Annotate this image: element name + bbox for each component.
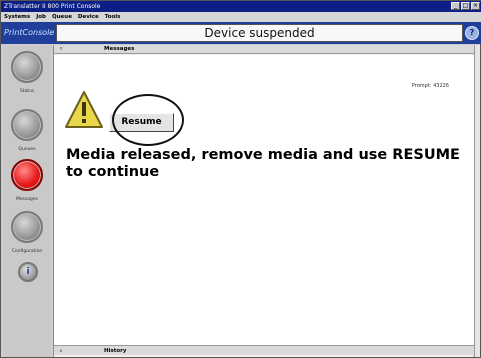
menu-bar: Systems Job Queue Device Tools <box>1 12 481 22</box>
menu-device[interactable]: Device <box>78 12 99 22</box>
sidebar-item-label: Queues <box>18 147 36 152</box>
sidebar: Status Queues Messages Configuration i <box>3 45 51 357</box>
menu-tools[interactable]: Tools <box>105 12 121 22</box>
history-panel-header[interactable]: ▹ History <box>54 345 474 355</box>
close-button[interactable]: × <box>471 2 480 10</box>
minimize-button[interactable]: _ <box>451 2 460 10</box>
history-panel-title: History <box>104 348 127 354</box>
info-icon[interactable]: i <box>18 262 38 282</box>
expand-chevron-icon[interactable]: ▹ <box>60 346 63 356</box>
configuration-button-icon[interactable] <box>11 211 43 243</box>
vertical-scrollbar[interactable] <box>474 45 480 357</box>
window-title: ZTranslatter II 800 Print Console <box>4 3 101 10</box>
status-message: Media released, remove media and use RES… <box>66 147 460 180</box>
maximize-button[interactable]: □ <box>461 2 470 10</box>
header-bar: PrintConsole Device suspended ? <box>1 22 481 44</box>
prompt-number: Prompt: 43226 <box>411 83 449 89</box>
title-bar: ZTranslatter II 800 Print Console _ □ × <box>1 1 481 12</box>
messages-button-icon[interactable] <box>11 159 43 191</box>
menu-systems[interactable]: Systems <box>4 12 30 22</box>
highlight-circle <box>112 94 184 146</box>
main-content: ▿ Messages Prompt: 43226 Resume Media re… <box>53 45 474 357</box>
page-title: Device suspended <box>56 24 463 42</box>
warning-icon <box>65 91 103 128</box>
help-icon[interactable]: ? <box>465 26 479 40</box>
messages-panel-body: Prompt: 43226 Resume Media released, rem… <box>54 55 474 345</box>
sidebar-item-label: Status <box>19 89 35 94</box>
collapse-chevron-icon[interactable]: ▿ <box>60 45 63 54</box>
queues-button-icon[interactable] <box>11 109 43 141</box>
sidebar-item-label: Messages <box>15 197 39 202</box>
app-window: ZTranslatter II 800 Print Console _ □ × … <box>0 0 481 358</box>
menu-queue[interactable]: Queue <box>52 12 72 22</box>
status-button-icon[interactable] <box>11 51 43 83</box>
menu-job[interactable]: Job <box>36 12 46 22</box>
brand-logo: PrintConsole <box>4 28 55 37</box>
messages-panel-title: Messages <box>104 46 135 52</box>
sidebar-item-label: Configuration <box>11 249 43 254</box>
window-controls: _ □ × <box>451 2 480 10</box>
messages-panel-header[interactable]: ▿ Messages <box>54 45 474 54</box>
